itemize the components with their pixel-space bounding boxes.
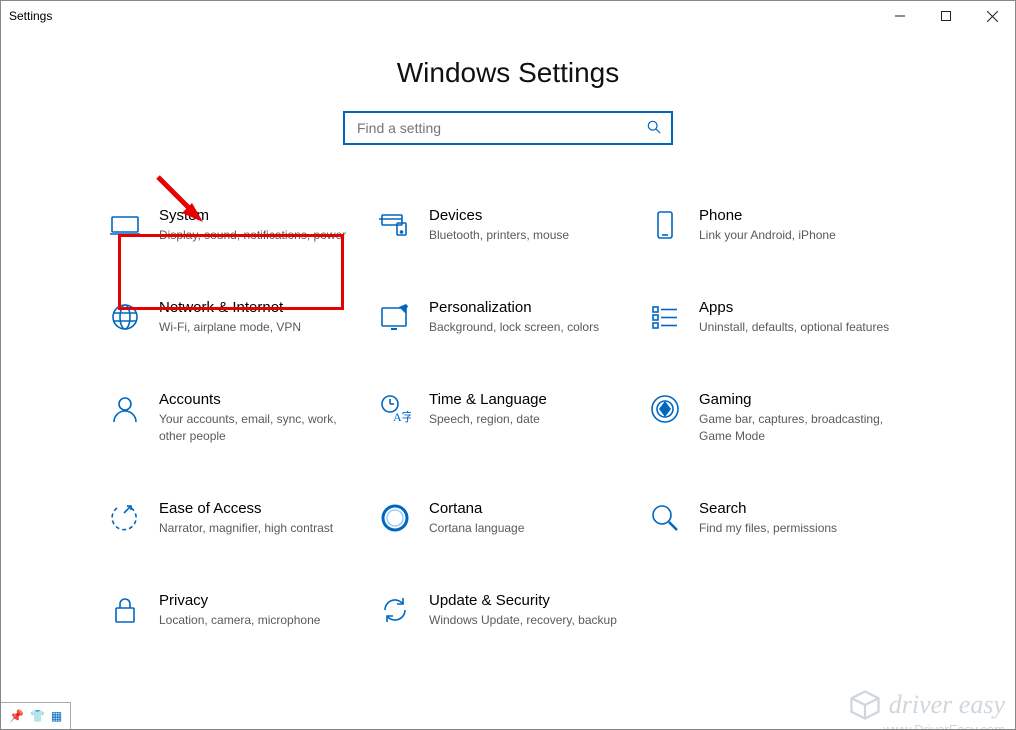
page-title: Windows Settings [1,57,1015,89]
update-security-icon [377,592,413,628]
tile-desc: Link your Android, iPhone [699,227,836,243]
watermark-url: www.DriverEasy.com [883,722,1005,730]
tile-accounts[interactable]: Accounts Your accounts, email, sync, wor… [103,385,373,449]
tile-search[interactable]: Search Find my files, permissions [643,494,913,542]
tile-title: Gaming [699,391,899,409]
tile-devices[interactable]: Devices Bluetooth, printers, mouse [373,201,643,249]
tile-title: Privacy [159,592,320,610]
close-button[interactable] [969,1,1015,31]
cortana-icon [377,500,413,536]
watermark-brand: driver easy [889,690,1005,720]
personalization-icon [377,299,413,335]
tile-title: System [159,207,346,225]
tile-title: Time & Language [429,391,547,409]
tile-title: Phone [699,207,836,225]
content-area: Windows Settings System Display, sound, … [1,31,1015,729]
tile-update-security[interactable]: Update & Security Windows Update, recove… [373,586,643,634]
title-bar: Settings [1,1,1015,31]
gaming-icon [647,391,683,427]
minimize-button[interactable] [877,1,923,31]
tile-title: Apps [699,299,889,317]
system-icon [107,207,143,243]
tile-title: Network & Internet [159,299,301,317]
tile-title: Devices [429,207,569,225]
tile-gaming[interactable]: Gaming Game bar, captures, broadcasting,… [643,385,913,449]
search-tile-icon [647,500,683,536]
tile-title: Search [699,500,837,518]
tile-desc: Speech, region, date [429,411,547,427]
tile-desc: Uninstall, defaults, optional features [699,319,889,335]
devices-icon [377,207,413,243]
tile-privacy[interactable]: Privacy Location, camera, microphone [103,586,373,634]
tile-desc: Find my files, permissions [699,520,837,536]
apps-icon [647,299,683,335]
tile-network[interactable]: Network & Internet Wi-Fi, airplane mode,… [103,293,373,341]
window-title: Settings [9,9,52,23]
tile-apps[interactable]: Apps Uninstall, defaults, optional featu… [643,293,913,341]
tile-desc: Location, camera, microphone [159,612,320,628]
svg-text:A字: A字 [393,409,411,424]
tile-desc: Narrator, magnifier, high contrast [159,520,333,536]
phone-icon [647,207,683,243]
tile-time-language[interactable]: A字 Time & Language Speech, region, date [373,385,643,449]
search-box[interactable] [343,111,673,145]
tile-cortana[interactable]: Cortana Cortana language [373,494,643,542]
privacy-icon [107,592,143,628]
corner-icon-shirt: 👕 [30,709,45,723]
tile-title: Accounts [159,391,359,409]
watermark: driver easy www.DriverEasy.com [847,687,1005,723]
tile-title: Personalization [429,299,599,317]
settings-grid: System Display, sound, notifications, po… [1,201,1015,634]
corner-widget: 📌 👕 ▦ [1,702,71,729]
window-controls [877,1,1015,31]
tile-system[interactable]: System Display, sound, notifications, po… [103,201,373,249]
ease-of-access-icon [107,500,143,536]
tile-personalization[interactable]: Personalization Background, lock screen,… [373,293,643,341]
tile-desc: Display, sound, notifications, power [159,227,346,243]
corner-icon-grid: ▦ [51,709,62,723]
tile-desc: Background, lock screen, colors [429,319,599,335]
tile-desc: Cortana language [429,520,524,536]
tile-desc: Game bar, captures, broadcasting, Game M… [699,411,899,443]
search-input[interactable] [355,119,647,137]
network-icon [107,299,143,335]
tile-desc: Your accounts, email, sync, work, other … [159,411,359,443]
tile-ease-of-access[interactable]: Ease of Access Narrator, magnifier, high… [103,494,373,542]
tile-desc: Windows Update, recovery, backup [429,612,617,628]
watermark-logo-icon [847,687,883,723]
tile-desc: Bluetooth, printers, mouse [429,227,569,243]
tile-desc: Wi-Fi, airplane mode, VPN [159,319,301,335]
corner-icon-pin: 📌 [9,709,24,723]
tile-title: Cortana [429,500,524,518]
time-language-icon: A字 [377,391,413,427]
maximize-button[interactable] [923,1,969,31]
tile-phone[interactable]: Phone Link your Android, iPhone [643,201,913,249]
tile-title: Update & Security [429,592,617,610]
tile-title: Ease of Access [159,500,333,518]
search-icon [647,120,661,137]
accounts-icon [107,391,143,427]
